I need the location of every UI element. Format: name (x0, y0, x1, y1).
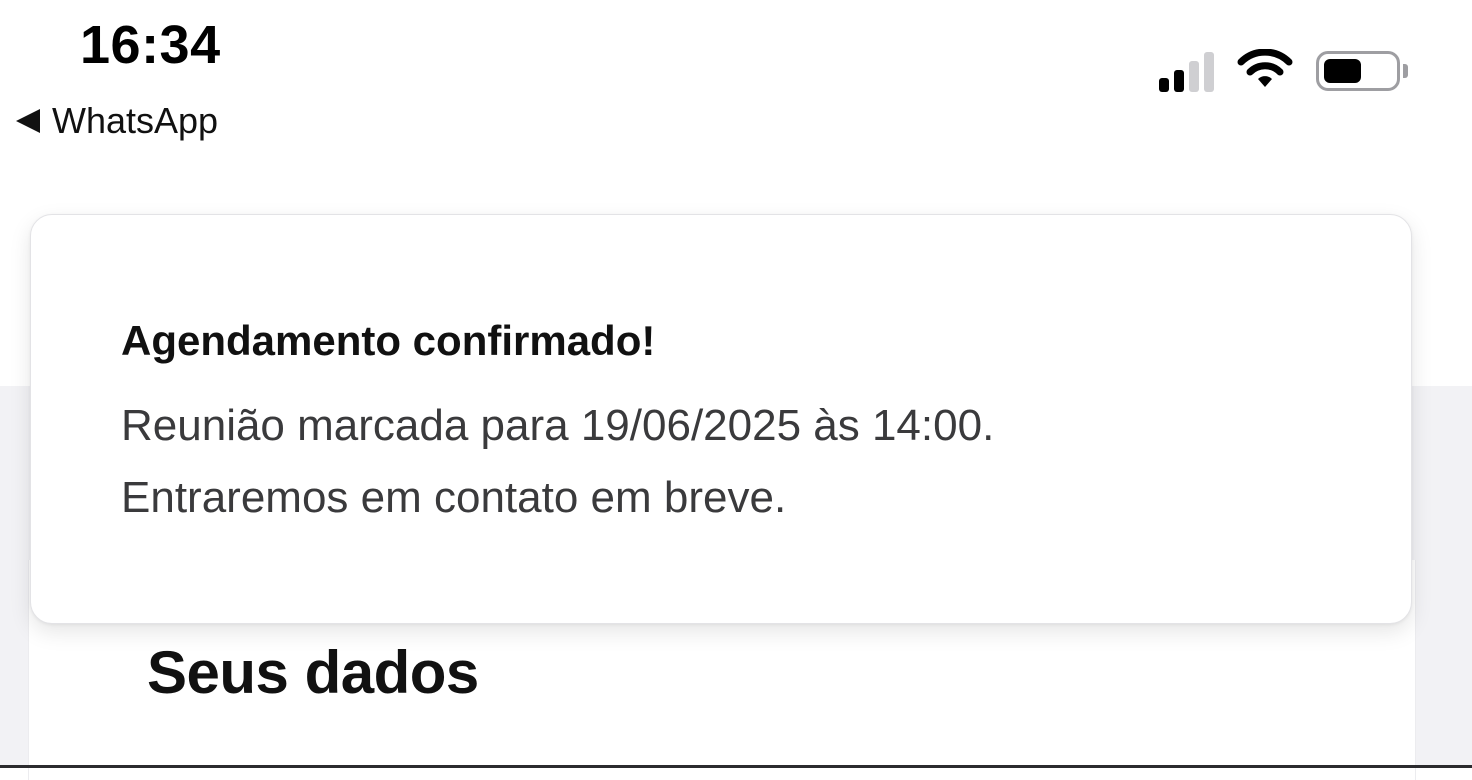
signal-bar (1174, 70, 1184, 92)
signal-bar (1189, 61, 1199, 92)
battery-nub (1403, 64, 1408, 78)
toast-message-line: Entraremos em contato em breve. (121, 473, 787, 522)
status-time: 16:34 (80, 15, 221, 75)
back-arrow-icon (16, 109, 40, 133)
signal-icon (1159, 50, 1214, 92)
battery-icon (1316, 51, 1408, 91)
wifi-icon (1237, 49, 1293, 87)
signal-bar (1159, 78, 1169, 92)
back-label: WhatsApp (52, 100, 219, 141)
signal-bar (1204, 52, 1214, 92)
screen: Seus dados 16:34 WhatsApp Agendamento co… (0, 0, 1472, 780)
status-icons (1159, 46, 1408, 96)
confirmation-toast[interactable]: Agendamento confirmado! Reunião marcada … (30, 214, 1412, 624)
back-to-app-button[interactable]: WhatsApp (16, 100, 218, 142)
battery-shell (1316, 51, 1400, 91)
toast-title: Agendamento confirmado! (121, 317, 656, 364)
section-title: Seus dados (147, 639, 479, 706)
toast-message-line: Reunião marcada para 19/06/2025 às 14:00… (121, 401, 995, 450)
battery-fill (1324, 59, 1362, 83)
